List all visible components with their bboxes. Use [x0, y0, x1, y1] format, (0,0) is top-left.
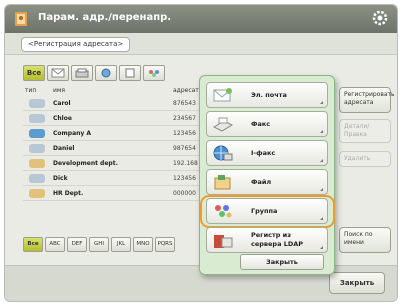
- mail-icon: [29, 99, 45, 108]
- mail-icon: [51, 68, 65, 78]
- alpha-tab-def[interactable]: DEF: [67, 237, 87, 252]
- popup-item-ifax[interactable]: I-факс: [206, 140, 328, 166]
- close-button[interactable]: Закрыть: [329, 272, 385, 294]
- ifax-icon: [101, 68, 111, 78]
- group-icon: [29, 189, 45, 198]
- list-item[interactable]: HR Dept. 000000: [23, 186, 205, 201]
- alpha-tab-pqrs[interactable]: PQRS: [155, 237, 175, 252]
- address-list: Carol 876543 Chloe 234567 Company A 123456 …: [23, 96, 205, 201]
- column-type: тип: [25, 87, 37, 94]
- header-bar: Парам. адр./перенапр.: [5, 5, 397, 33]
- ifax-icon: [213, 145, 233, 161]
- address-type-toolbar: Все: [23, 65, 165, 82]
- tab-register-destination[interactable]: <Регистрация адресата>: [21, 37, 131, 52]
- column-address: адресат: [173, 87, 199, 94]
- alpha-tab-abc[interactable]: ABC: [45, 237, 65, 252]
- list-item[interactable]: Chloe 234567: [23, 111, 205, 126]
- ldap-server-icon: [214, 235, 233, 248]
- filter-all-button[interactable]: Все: [23, 65, 45, 81]
- alpha-tab-jkl[interactable]: JKL: [111, 237, 131, 252]
- alpha-tab-ghi[interactable]: GHI: [89, 237, 109, 252]
- mail-icon: [29, 114, 45, 123]
- address-book-icon: [15, 12, 27, 26]
- popup-item-file[interactable]: Файл: [206, 169, 328, 195]
- gear-icon[interactable]: [371, 9, 389, 27]
- list-item[interactable]: Company A 123456: [23, 126, 205, 141]
- fax-icon: [75, 68, 89, 78]
- delete-button[interactable]: Удалить: [339, 151, 391, 167]
- group-icon: [215, 205, 232, 218]
- popup-item-email[interactable]: Эл. почта: [206, 82, 328, 108]
- email-icon: [213, 88, 232, 102]
- group-icon: [149, 70, 159, 77]
- fax-icon: [212, 117, 234, 132]
- ifax-icon: [29, 129, 45, 138]
- file-icon: [214, 175, 231, 190]
- list-item[interactable]: Development dept. 192.168: [23, 156, 205, 171]
- alpha-tab-all[interactable]: Все: [23, 237, 43, 252]
- group-icon: [29, 159, 45, 168]
- filter-group-button[interactable]: [143, 65, 165, 81]
- destination-type-popup: Эл. почта Факс I-факс Файл Группа Регист…: [199, 75, 335, 275]
- popup-item-fax[interactable]: Факс: [206, 111, 328, 137]
- filter-ifax-button[interactable]: [95, 65, 117, 81]
- mail-icon: [29, 174, 45, 183]
- column-name: имя: [53, 87, 66, 94]
- address-book-window: Парам. адр./перенапр. <Регистрация адрес…: [4, 4, 398, 302]
- page-title: Парам. адр./перенапр.: [38, 12, 172, 23]
- filter-mail-button[interactable]: [47, 65, 69, 81]
- tab-strip: <Регистрация адресата>: [5, 33, 397, 55]
- search-by-name-button[interactable]: Поиск по имени: [339, 227, 391, 253]
- alphabet-tabs: Все ABC DEF GHI JKL MNO PQRS: [23, 237, 175, 253]
- list-item[interactable]: Daniel 987654: [23, 141, 205, 156]
- popup-close-button[interactable]: Закрыть: [240, 254, 324, 270]
- popup-item-ldap[interactable]: Регистр из сервера LDAP: [206, 227, 328, 253]
- alpha-tab-mno[interactable]: MNO: [133, 237, 153, 252]
- register-destination-button[interactable]: Регистрировать адресата: [339, 87, 395, 113]
- column-headers: тип имя адресат: [23, 85, 205, 96]
- list-item[interactable]: Carol 876543: [23, 96, 205, 111]
- mail-icon: [29, 144, 45, 153]
- filter-fax-button[interactable]: [71, 65, 93, 81]
- file-icon: [125, 68, 135, 78]
- filter-file-button[interactable]: [119, 65, 141, 81]
- popup-item-group[interactable]: Группа: [200, 195, 335, 228]
- list-item[interactable]: Dick 123456: [23, 171, 205, 186]
- details-edit-button[interactable]: Детали/Правка: [339, 119, 391, 143]
